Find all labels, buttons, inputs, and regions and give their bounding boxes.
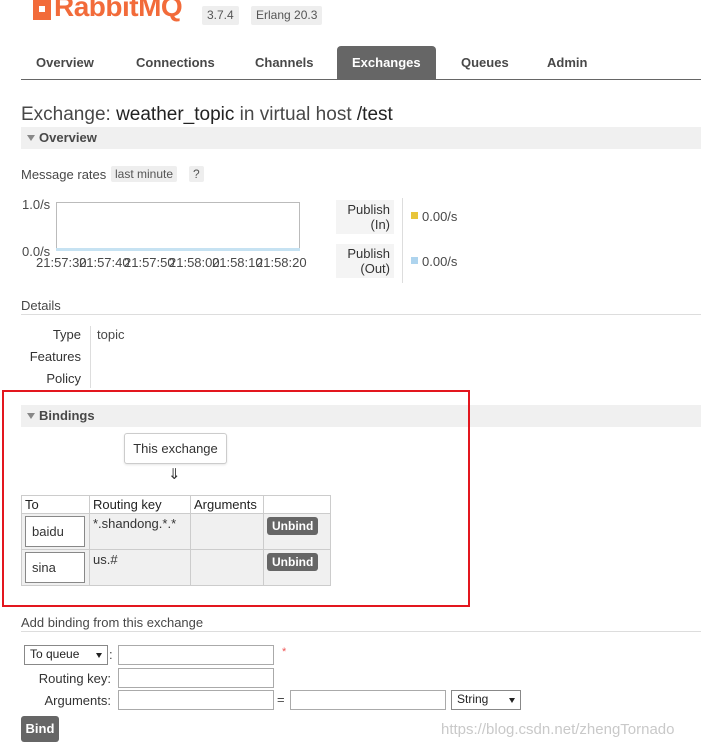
rabbit-icon — [33, 0, 51, 20]
help-button[interactable]: ? — [189, 166, 204, 182]
argument-type-value: String — [457, 692, 489, 706]
details-divider — [21, 314, 701, 315]
watermark: https://blog.csdn.net/zhengTornado — [441, 721, 675, 738]
rate-label-line: Publish — [347, 202, 390, 217]
tab-channels[interactable]: Channels — [240, 46, 329, 80]
detail-key-features: Features — [29, 349, 81, 364]
rates-divider — [402, 198, 403, 283]
chart-x-tick: 21:57:40 — [79, 255, 130, 270]
bind-button[interactable]: Bind — [21, 716, 59, 742]
details-heading: Details — [21, 298, 61, 313]
title-prefix: Exchange: — [21, 104, 111, 125]
destination-type-select[interactable]: To queue — [24, 645, 108, 665]
publish-in-value: 0.00/s — [422, 209, 458, 224]
tab-exchanges[interactable]: Exchanges — [337, 46, 436, 80]
detail-key-type: Type — [52, 327, 81, 342]
page-title: Exchange: weather_topic in virtual host … — [21, 104, 393, 126]
chart-baseline — [56, 248, 300, 251]
arguments-label: Arguments: — [44, 693, 111, 708]
rate-label-line: (Out) — [360, 261, 390, 276]
argument-key-input[interactable] — [118, 690, 274, 710]
version-badge: 3.7.4 — [202, 6, 239, 25]
rate-label-line: (In) — [370, 217, 391, 232]
detail-key-policy: Policy — [46, 371, 81, 386]
erlang-badge: Erlang 20.3 — [251, 6, 323, 25]
detail-value-type: topic — [97, 327, 125, 342]
highlight-annotation — [2, 390, 470, 607]
add-binding-divider — [21, 631, 701, 632]
required-mark: * — [282, 646, 287, 658]
publish-in-label: Publish (In) — [336, 200, 394, 234]
publish-out-value: 0.00/s — [422, 254, 458, 269]
chart-y-max: 1.0/s — [22, 197, 51, 212]
publish-out-label: Publish (Out) — [336, 244, 394, 278]
rabbitmq-logo: RabbitMQ — [33, 0, 183, 22]
argument-type-select[interactable]: String — [451, 690, 521, 710]
publish-in-swatch — [411, 212, 418, 219]
exchange-name: weather_topic — [116, 104, 235, 125]
tab-connections[interactable]: Connections — [121, 46, 230, 80]
chart-x-tick: 21:57:50 — [124, 255, 175, 270]
add-binding-heading: Add binding from this exchange — [21, 615, 204, 630]
equals-sign: = — [277, 692, 285, 707]
details-separator — [90, 326, 91, 388]
main-nav: Overview Connections Channels Exchanges … — [21, 46, 701, 80]
message-rates-chart — [56, 202, 300, 251]
chart-x-tick: 21:58:20 — [256, 255, 307, 270]
rate-label-line: Publish — [347, 246, 390, 261]
destination-name-input[interactable] — [118, 645, 274, 665]
vhost-name: /test — [356, 104, 393, 125]
argument-value-input[interactable] — [290, 690, 446, 710]
routing-key-input[interactable] — [118, 668, 274, 688]
tab-queues[interactable]: Queues — [446, 46, 524, 80]
collapse-triangle-icon — [27, 135, 35, 141]
message-rates-label: Message rates — [21, 167, 107, 182]
destination-colon: : — [109, 647, 113, 662]
tab-admin[interactable]: Admin — [532, 46, 602, 80]
chevron-down-icon — [509, 698, 515, 703]
chevron-down-icon — [96, 653, 102, 658]
overview-header-label: Overview — [39, 130, 97, 145]
logo-text: RabbitMQ — [54, 0, 183, 22]
destination-type-value: To queue — [30, 647, 80, 661]
tab-overview[interactable]: Overview — [21, 46, 109, 80]
publish-out-swatch — [411, 257, 418, 264]
routing-key-label: Routing key: — [38, 671, 111, 686]
title-mid: in virtual host — [239, 104, 352, 125]
rate-range-selector[interactable]: last minute — [111, 166, 178, 182]
overview-section-header[interactable]: Overview — [21, 127, 701, 149]
